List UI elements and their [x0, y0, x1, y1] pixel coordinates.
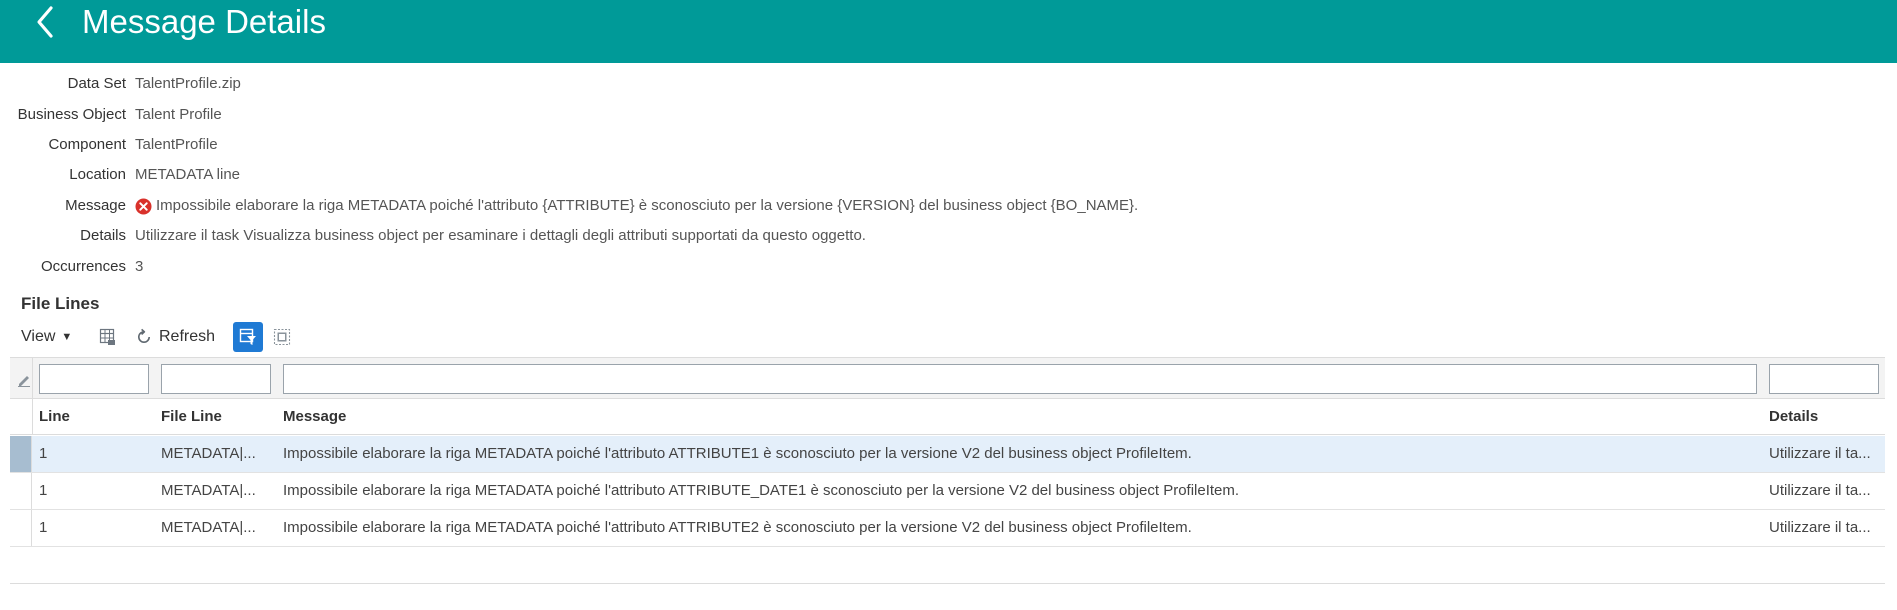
- row-selector[interactable]: [10, 473, 32, 509]
- detail-label: Details: [80, 227, 126, 244]
- cell-details: Utilizzare il ta...: [1769, 519, 1871, 536]
- column-separator: [32, 358, 33, 400]
- detail-row-location: Location METADATA line: [0, 163, 1897, 187]
- page-header: Message Details: [0, 0, 1897, 63]
- clear-filter-icon[interactable]: [16, 371, 32, 387]
- row-selector[interactable]: [10, 510, 32, 546]
- column-header-file-line[interactable]: File Line: [161, 399, 222, 435]
- chevron-left-icon[interactable]: [18, 2, 62, 42]
- cell-details: Utilizzare il ta...: [1769, 482, 1871, 499]
- caret-down-icon: ▼: [61, 331, 73, 343]
- refresh-label: Refresh: [159, 328, 216, 345]
- detail-value: Utilizzare il task Visualizza business o…: [135, 227, 866, 244]
- cell-file-line: METADATA|...: [161, 445, 256, 462]
- table-row[interactable]: 1 METADATA|... Impossibile elaborare la …: [10, 436, 1885, 473]
- table-toolbar: View ▼ Refresh: [0, 322, 1897, 352]
- refresh-icon: [138, 328, 150, 343]
- filter-input-message[interactable]: [283, 364, 1757, 394]
- cell-message: Impossibile elaborare la riga METADATA p…: [283, 482, 1240, 499]
- table-row[interactable]: 1 METADATA|... Impossibile elaborare la …: [10, 473, 1885, 510]
- view-menu-button[interactable]: View ▼: [21, 326, 72, 348]
- query-by-example-icon: [239, 328, 256, 345]
- view-menu-label: View: [21, 328, 56, 345]
- filter-input-file-line[interactable]: [161, 364, 271, 394]
- detail-value: Impossibile elaborare la riga METADATA p…: [156, 197, 1139, 214]
- column-separator: [32, 399, 33, 435]
- detail-value: 3: [135, 258, 144, 275]
- detail-value: TalentProfile.zip: [135, 75, 241, 92]
- detail-row-occurrences: Occurrences 3: [0, 255, 1897, 279]
- column-header-details[interactable]: Details: [1769, 399, 1818, 435]
- detail-label: Business Object: [17, 106, 126, 123]
- detail-value: TalentProfile: [135, 136, 218, 153]
- detail-value-wrapper: Impossibile elaborare la riga METADATA p…: [135, 194, 1138, 218]
- detail-label: Component: [48, 136, 126, 153]
- row-selector[interactable]: [10, 436, 32, 472]
- detail-label: Occurrences: [40, 258, 126, 275]
- detail-row-business-object: Business Object Talent Profile: [0, 103, 1897, 127]
- page-title: Message Details: [82, 3, 326, 40]
- detach-table-icon[interactable]: [272, 327, 292, 347]
- column-header-line[interactable]: Line: [39, 399, 70, 435]
- divider: [10, 583, 1885, 584]
- detail-row-component: Component TalentProfile: [0, 133, 1897, 157]
- freeze-columns-icon[interactable]: [98, 327, 118, 347]
- cell-details: Utilizzare il ta...: [1769, 445, 1871, 462]
- cell-line: 1: [39, 482, 48, 499]
- detail-label: Message: [65, 197, 126, 214]
- cell-file-line: METADATA|...: [161, 482, 256, 499]
- table-header-row: Line File Line Message Details: [10, 399, 1885, 435]
- refresh-button[interactable]: Refresh: [135, 326, 215, 348]
- detail-row-data-set: Data Set TalentProfile.zip: [0, 72, 1897, 96]
- cell-message: Impossibile elaborare la riga METADATA p…: [283, 519, 1192, 536]
- detail-value: Talent Profile: [135, 106, 222, 123]
- detail-row-message: Message Impossibile elaborare la riga ME…: [0, 194, 1897, 218]
- filter-input-line[interactable]: [39, 364, 149, 394]
- detail-label: Data Set: [67, 75, 126, 92]
- cell-line: 1: [39, 445, 48, 462]
- cell-message: Impossibile elaborare la riga METADATA p…: [283, 445, 1192, 462]
- cell-line: 1: [39, 519, 48, 536]
- error-icon: [135, 198, 152, 214]
- table-filter-row: [10, 357, 1885, 400]
- column-header-message[interactable]: Message: [283, 399, 346, 435]
- detail-label: Location: [69, 166, 126, 183]
- detail-value: METADATA line: [135, 166, 241, 183]
- query-by-example-button[interactable]: [233, 322, 263, 352]
- section-title-file-lines: File Lines: [21, 294, 100, 313]
- table-row[interactable]: 1 METADATA|... Impossibile elaborare la …: [10, 510, 1885, 547]
- detail-row-details: Details Utilizzare il task Visualizza bu…: [0, 224, 1897, 248]
- filter-input-details[interactable]: [1769, 364, 1879, 394]
- cell-file-line: METADATA|...: [161, 519, 256, 536]
